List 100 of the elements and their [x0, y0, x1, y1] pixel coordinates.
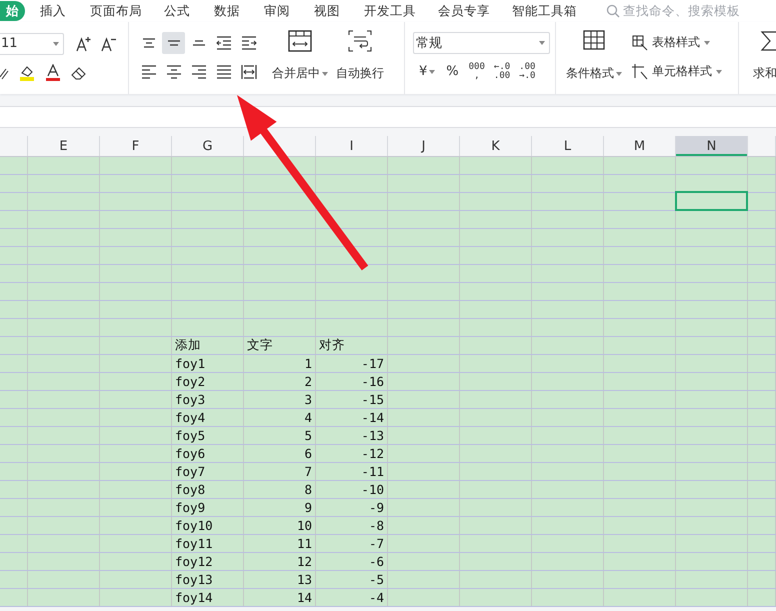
- menu-tab[interactable]: 插入: [40, 1, 66, 21]
- menu-tab[interactable]: 公式: [164, 1, 190, 21]
- table-cell: foy4: [172, 409, 244, 426]
- number-format-dropdown[interactable]: 常规: [413, 32, 550, 54]
- table-cell: foy9: [172, 499, 244, 516]
- wrap-text-button[interactable]: 自动换行: [332, 22, 388, 94]
- column-header[interactable]: J: [388, 136, 460, 156]
- table-cell: 6: [244, 445, 316, 462]
- table-cell: -16: [316, 373, 388, 390]
- column-header[interactable]: I: [316, 136, 388, 156]
- table-cell: 8: [244, 481, 316, 498]
- table-cell: -8: [316, 517, 388, 534]
- table-cell: 9: [244, 499, 316, 516]
- font-size-field[interactable]: 11: [0, 32, 64, 54]
- header-cell: 对齐: [316, 337, 388, 354]
- table-cell: foy1: [172, 355, 244, 372]
- column-header[interactable]: M: [604, 136, 676, 156]
- caret-icon: [616, 72, 622, 76]
- table-cell: -15: [316, 391, 388, 408]
- number-format-button[interactable]: .00 →.0: [516, 62, 538, 80]
- table-cell: 2: [244, 373, 316, 390]
- table-cell: foy5: [172, 427, 244, 444]
- table-cell: 11: [244, 535, 316, 552]
- caret-icon: [539, 40, 545, 44]
- table-cell: 12: [244, 553, 316, 570]
- menu-tab[interactable]: 数据: [214, 1, 240, 21]
- table-cell: -12: [316, 445, 388, 462]
- column-header[interactable]: L: [532, 136, 604, 156]
- table-cell: -6: [316, 553, 388, 570]
- table-cell: 1: [244, 355, 316, 372]
- caret-icon: [704, 40, 710, 44]
- menu-tab[interactable]: 审阅: [264, 1, 290, 21]
- table-cell: foy2: [172, 373, 244, 390]
- table-cell: foy7: [172, 463, 244, 480]
- align-center-icon: [166, 64, 182, 78]
- column-header[interactable]: K: [460, 136, 532, 156]
- align-bottom-icon: [192, 40, 206, 46]
- column-header[interactable]: G: [172, 136, 244, 156]
- sigma-icon: [760, 30, 776, 52]
- table-cell: 7: [244, 463, 316, 480]
- table-cell: foy13: [172, 571, 244, 588]
- table-cell: foy10: [172, 517, 244, 534]
- table-cell: -11: [316, 463, 388, 480]
- table-cell: foy3: [172, 391, 244, 408]
- align-outdent-icon: [216, 34, 232, 50]
- conditional-format-button[interactable]: 条件格式: [562, 22, 626, 94]
- menu-tab[interactable]: 智能工具箱: [512, 1, 577, 21]
- number-format-button[interactable]: %: [442, 60, 463, 82]
- cell-style-button[interactable]: 单元格样式: [632, 60, 722, 82]
- caret-icon: [53, 42, 59, 46]
- header-cell: 添加: [172, 337, 244, 354]
- caret-icon: [716, 70, 722, 74]
- number-format-button[interactable]: ←.0 .00: [490, 62, 514, 80]
- menu-tab[interactable]: 视图: [314, 1, 340, 21]
- table-cell: 5: [244, 427, 316, 444]
- menu-tab[interactable]: 会员专享: [438, 1, 490, 21]
- table-cell: -7: [316, 535, 388, 552]
- number-format-button[interactable]: 000 ,: [466, 62, 488, 80]
- align-top-icon: [142, 38, 156, 48]
- table-cell: -10: [316, 481, 388, 498]
- column-header[interactable]: F: [100, 136, 172, 156]
- merge-cells-icon: [288, 30, 312, 52]
- caret-icon: [322, 72, 328, 76]
- sum-button[interactable]: 求和: [749, 22, 776, 94]
- table-brush-icon: [632, 34, 648, 50]
- wrap-text-icon: [348, 30, 372, 52]
- table-cell: 10: [244, 517, 316, 534]
- merge-center-button[interactable]: 合并居中: [268, 22, 332, 94]
- table-cell: -4: [316, 589, 388, 606]
- table-cell: foy6: [172, 445, 244, 462]
- table-cell: -9: [316, 499, 388, 516]
- column-header[interactable]: E: [28, 136, 100, 156]
- fill-color-icon[interactable]: [18, 64, 36, 82]
- align-justify-icon: [216, 64, 232, 78]
- align-middle-icon: [166, 40, 180, 46]
- table-cell: 4: [244, 409, 316, 426]
- table-style-button[interactable]: 表格样式: [632, 32, 722, 54]
- menu-tab[interactable]: 开发工具: [364, 1, 416, 21]
- column-header[interactable]: N: [676, 136, 748, 156]
- table-grid-icon: [583, 30, 605, 50]
- search-icon: [606, 4, 620, 18]
- align-right-icon: [190, 64, 206, 78]
- table-cell: -13: [316, 427, 388, 444]
- font-color-icon[interactable]: [44, 64, 62, 82]
- menu-tab[interactable]: 页面布局: [90, 1, 142, 21]
- align-distributed-icon: [240, 64, 256, 80]
- align-left-icon: [140, 64, 156, 78]
- alignment-button[interactable]: [162, 32, 185, 54]
- table-cell: 13: [244, 571, 316, 588]
- align-indent-icon: [240, 34, 256, 50]
- number-format-button[interactable]: ¥: [415, 60, 440, 82]
- formula-bar[interactable]: [0, 106, 776, 128]
- table-cell: -17: [316, 355, 388, 372]
- table-cell: foy12: [172, 553, 244, 570]
- table-cell: foy8: [172, 481, 244, 498]
- table-cell: -14: [316, 409, 388, 426]
- table-cell: 14: [244, 589, 316, 606]
- table-cell: -5: [316, 571, 388, 588]
- header-cell: 文字: [244, 337, 316, 354]
- table-cell: 3: [244, 391, 316, 408]
